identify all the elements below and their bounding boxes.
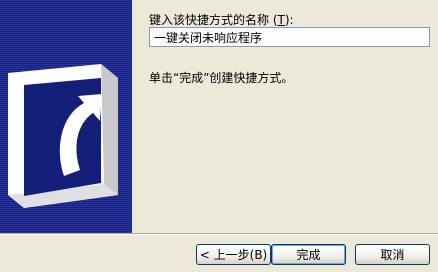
shortcut-name-input[interactable] [149,27,430,47]
finish-button[interactable]: 完成 [271,244,346,265]
hotkey-char: T [277,13,285,27]
shortcut-name-label: 键入该快捷方式的名称 (T): [149,13,294,27]
finish-hint-text: 单击“完成”创建快捷方式。 [149,71,294,85]
wizard-body: 键入该快捷方式的名称 (T): 单击“完成”创建快捷方式。 [132,0,438,233]
shortcut-arrow-icon [8,64,118,208]
cancel-button[interactable]: 取消 [355,244,430,265]
back-button[interactable]: < 上一步(B) [196,244,271,265]
footer-separator [0,233,438,235]
wizard-side-banner [0,0,132,233]
